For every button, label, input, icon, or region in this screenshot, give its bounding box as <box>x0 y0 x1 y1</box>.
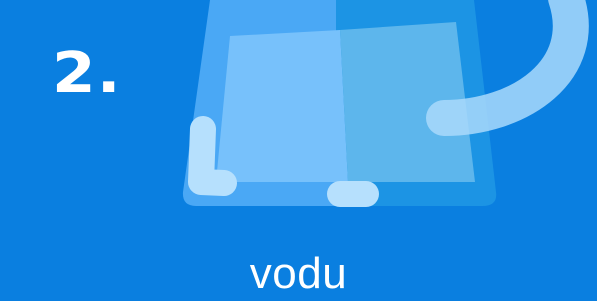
slide-canvas: 2. vodu <box>0 0 597 301</box>
water-left <box>216 30 348 182</box>
caption-word: vodu <box>249 249 348 298</box>
container-water-icon <box>182 0 589 207</box>
